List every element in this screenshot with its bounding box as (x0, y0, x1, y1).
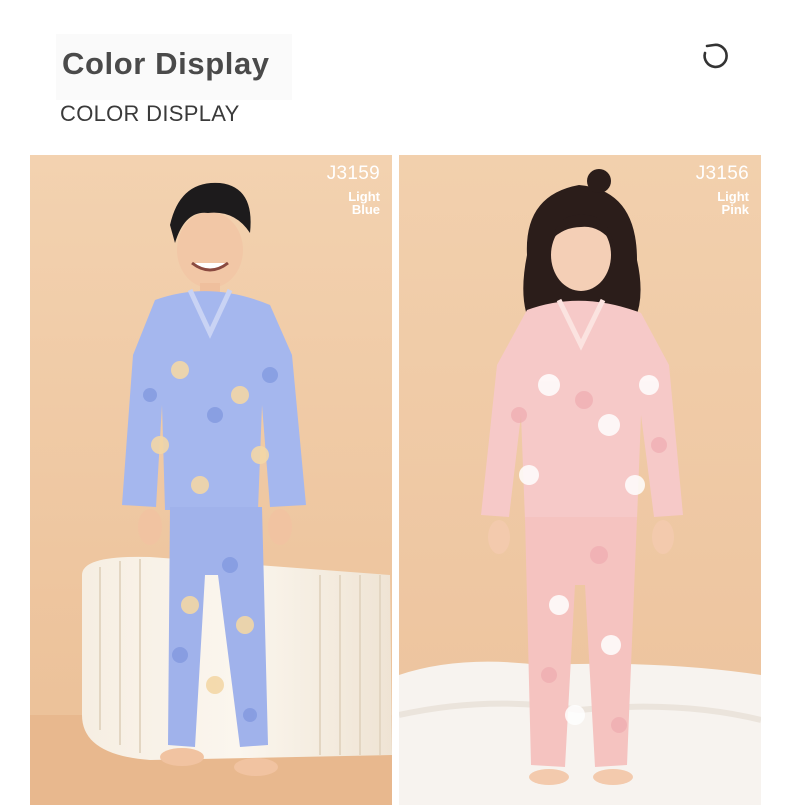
rotate-icon[interactable] (698, 40, 730, 72)
color-name-line2: Pink (721, 202, 749, 217)
color-name-line2: Blue (351, 202, 380, 217)
girl-pajama-photo (399, 155, 761, 805)
product-code: J3159 (326, 163, 380, 184)
boy-pajama-photo (30, 155, 392, 805)
page-title: Color Display (62, 46, 270, 81)
page-subtitle: COLOR DISPLAY (60, 101, 240, 126)
product-card-light-pink[interactable]: J3156 Light Pink (399, 155, 761, 805)
color-name: Light Pink (669, 190, 749, 216)
product-card-light-blue[interactable]: J3159 Light Blue (30, 155, 392, 805)
product-code: J3156 (695, 163, 749, 184)
color-name: Light Blue (300, 190, 380, 216)
